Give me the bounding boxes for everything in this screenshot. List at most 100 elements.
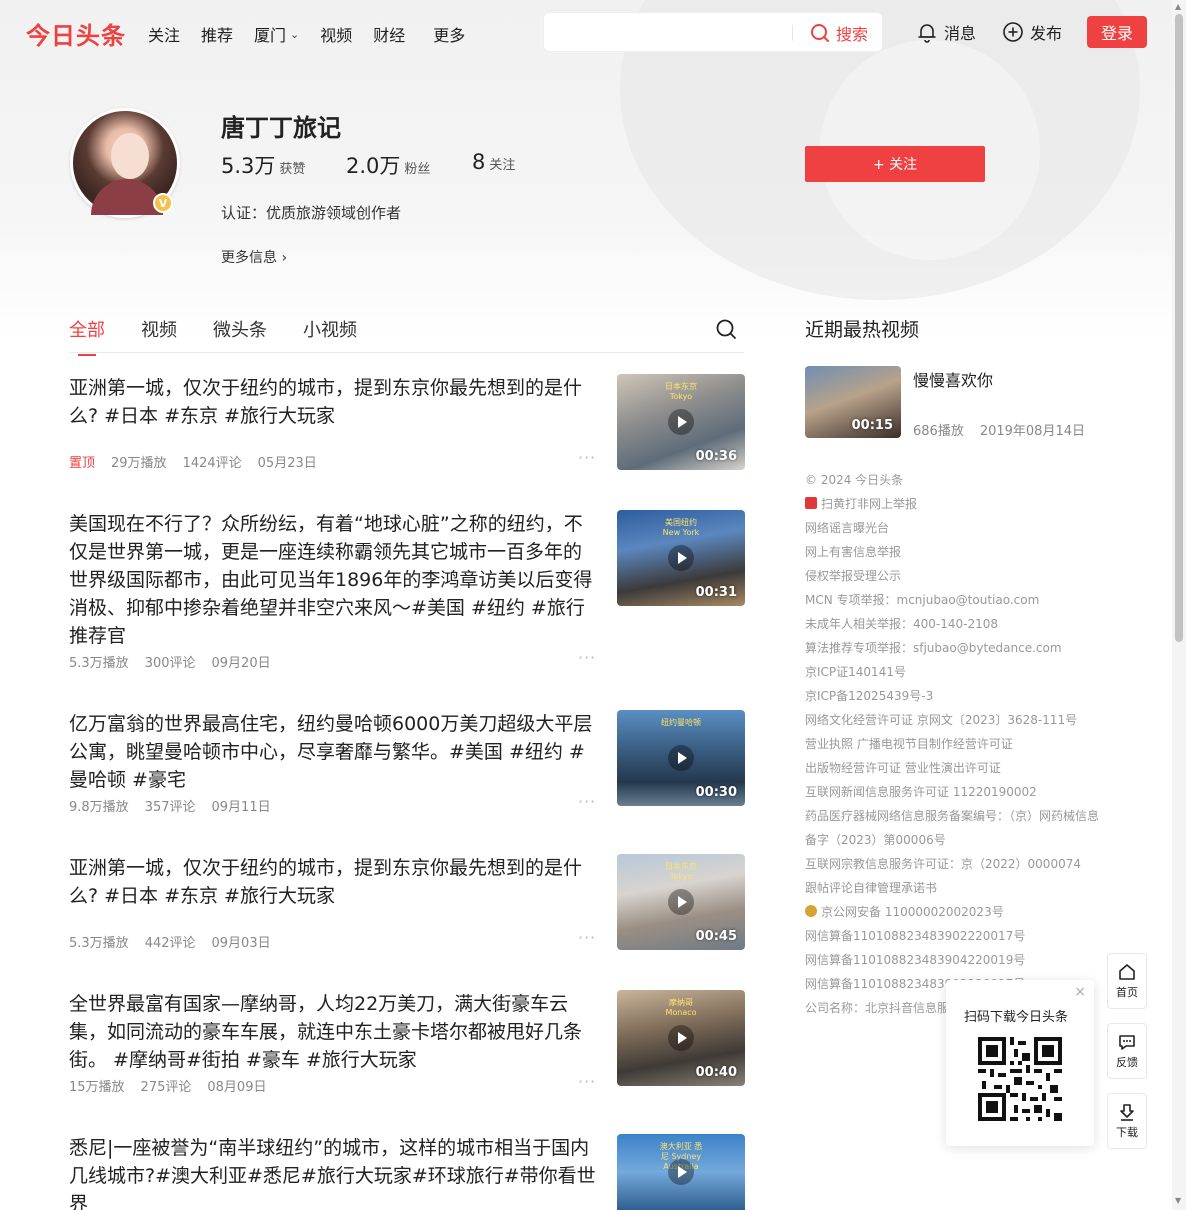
footer-link[interactable]: 未成年人相关举报：400-140-2108 (805, 612, 1105, 636)
toutiao-logo[interactable]: 今日头条 (26, 16, 126, 51)
tab-all[interactable]: 全部 (69, 316, 105, 356)
close-icon[interactable]: × (1074, 984, 1086, 1000)
fans-label: 粉丝 (404, 162, 431, 177)
pinned-label: 置顶 (69, 456, 96, 471)
nav-item-recommend[interactable]: 推荐 (201, 22, 233, 46)
play-icon (668, 1159, 694, 1185)
fans-stat[interactable]: 2.0万 粉丝 (346, 150, 430, 180)
publish-label: 发布 (1030, 24, 1063, 43)
search-box: 搜索 (543, 12, 883, 52)
search-icon (716, 319, 736, 339)
download-float-button[interactable]: 下载 (1107, 1093, 1147, 1149)
video-thumbnail[interactable]: 澳大利亚 悉尼 Sydney Australia (617, 1134, 745, 1210)
feed-title[interactable]: 悉尼|一座被誉为“南半球纽约”的城市，这样的城市相当于国内几线城市?#澳大利亚#… (69, 1134, 599, 1210)
footer-link[interactable]: 互联网新闻信息服务许可证 11220190002 (805, 780, 1105, 804)
follow-button[interactable]: + 关注 (805, 146, 985, 182)
footer-link[interactable]: MCN 专项举报：mcnjubao@toutiao.com (805, 588, 1105, 612)
likes-count: 5.3万 (221, 154, 276, 178)
feed-title[interactable]: 亚洲第一城，仅次于纽约的城市，提到东京你最先想到的是什么? #日本 #东京 #旅… (69, 854, 599, 910)
nav-item-follow[interactable]: 关注 (148, 22, 180, 46)
comment-count: 357评论 (144, 800, 196, 815)
publish-date: 2019年08月14日 (979, 424, 1085, 439)
footer-link[interactable]: 网上有害信息举报 (805, 540, 1105, 564)
feedback-icon (1119, 1035, 1135, 1050)
more-info-link[interactable]: 更多信息 › (221, 247, 287, 267)
hot-video-thumbnail[interactable]: 00:15 (805, 366, 901, 438)
feed-title[interactable]: 亚洲第一城，仅次于纽约的城市，提到东京你最先想到的是什么? #日本 #东京 #旅… (69, 374, 599, 430)
nav-item-more[interactable]: 更多 (433, 22, 465, 46)
hot-video-meta: 686播放 2019年08月14日 (913, 420, 1101, 439)
following-count: 8 (472, 150, 486, 174)
feedback-float-button[interactable]: 反馈 (1107, 1023, 1147, 1079)
following-stat[interactable]: 8 关注 (472, 150, 515, 174)
more-options-icon[interactable]: ··· (578, 448, 596, 467)
content-tabs: 全部 视频 微头条 小视频 (69, 316, 393, 356)
publish-button[interactable]: 发布 (1002, 20, 1062, 44)
footer-link[interactable]: 备字（2023）第00006号 (805, 828, 1105, 852)
search-button[interactable]: 搜索 (810, 21, 868, 45)
footer-link[interactable]: 京公网安备 11000002002023号 (805, 900, 1105, 924)
play-count: 29万播放 (111, 456, 167, 471)
scrollbar-thumb[interactable] (1175, 14, 1183, 642)
search-input[interactable] (554, 21, 784, 45)
home-float-button[interactable]: 首页 (1107, 953, 1147, 1009)
nav-item-city[interactable]: 厦门 ⌄ (254, 22, 299, 46)
plus-circle-icon (1003, 22, 1023, 42)
footer-link[interactable]: 营业执照 广播电视节目制作经营许可证 (805, 732, 1105, 756)
video-thumbnail[interactable]: 日本东京 Tokyo 00:36 (617, 374, 745, 470)
search-button-label: 搜索 (836, 25, 869, 44)
feed-meta: 9.8万播放 357评论 09月11日 (69, 796, 287, 815)
avatar-face (111, 133, 149, 179)
nav-item-finance[interactable]: 财经 (373, 22, 405, 46)
qr-title: 扫码下载今日头条 (964, 1010, 1069, 1025)
footer-link-label: 扫黄打非网上举报 (821, 497, 918, 511)
hot-video-title[interactable]: 慢慢喜欢你 (913, 367, 993, 391)
police-badge-icon (805, 905, 817, 917)
more-options-icon[interactable]: ··· (578, 928, 596, 947)
footer-link[interactable]: 扫黄打非网上举报 (805, 492, 1105, 516)
scroll-up-arrow-icon[interactable]: ▲ (1175, 2, 1181, 11)
tab-video[interactable]: 视频 (141, 316, 177, 354)
tab-micro-post[interactable]: 微头条 (213, 316, 267, 354)
more-options-icon[interactable]: ··· (578, 792, 596, 811)
footer-link[interactable]: 互联网宗教信息服务许可证：京（2022）0000074 (805, 852, 1105, 876)
footer-link[interactable]: 网络文化经营许可证 京网文〔2023〕3628-111号 (805, 708, 1105, 732)
footer-link[interactable]: 算法推荐专项举报：sfjubao@bytedance.com (805, 636, 1105, 660)
thumbnail-caption: 纽约曼哈顿 (661, 718, 701, 727)
footer-link[interactable]: 药品医疗器械网络信息服务备案编号：（京）网药械信息 (805, 804, 1105, 828)
chevron-right-icon: › (281, 250, 288, 266)
footer-link[interactable]: 网信算备110108823483904220019号 (805, 948, 1105, 972)
footer-link[interactable]: 网信算备110108823483902220017号 (805, 924, 1105, 948)
messages-button[interactable]: 消息 (916, 20, 976, 44)
nav-item-video[interactable]: 视频 (320, 22, 352, 46)
home-icon (1119, 964, 1135, 980)
tab-short-video[interactable]: 小视频 (303, 316, 357, 354)
footer-link[interactable]: 网络谣言曝光台 (805, 516, 1105, 540)
footer-link[interactable]: 跟帖评论自律管理承诺书 (805, 876, 1105, 900)
video-thumbnail[interactable]: 摩纳哥 Monaco 00:40 (617, 990, 745, 1086)
video-duration: 00:40 (695, 1065, 737, 1080)
page-scrollbar[interactable]: ▲ ▼ (1172, 0, 1186, 1210)
footer-link[interactable]: 侵权举报受理公示 (805, 564, 1105, 588)
video-thumbnail[interactable]: 纽约曼哈顿 00:30 (617, 710, 745, 806)
footer-link[interactable]: 京ICP备12025439号-3 (805, 684, 1105, 708)
tab-search-button[interactable] (715, 318, 737, 344)
more-options-icon[interactable]: ··· (578, 648, 596, 667)
feed-title[interactable]: 美国现在不行了？众所纷纭，有着“地球心脏”之称的纽约，不仅是世界第一城，更是一座… (69, 510, 599, 650)
scroll-down-arrow-icon[interactable]: ▼ (1175, 1196, 1181, 1205)
video-thumbnail[interactable]: 美国纽约 New York 00:31 (617, 510, 745, 606)
footer-link[interactable]: 出版物经营许可证 营业性演出许可证 (805, 756, 1105, 780)
login-button[interactable]: 登录 (1087, 16, 1147, 48)
more-options-icon[interactable]: ··· (578, 1072, 596, 1091)
footer-link[interactable]: 京ICP证140141号 (805, 660, 1105, 684)
feed-meta: 5.3万播放 300评论 09月20日 (69, 652, 287, 671)
thumbnail-caption: 日本东京 Tokyo (665, 382, 697, 401)
feed-meta: 5.3万播放 442评论 09月03日 (69, 932, 287, 951)
top-nav: 关注 推荐 厦门 ⌄ 视频 财经 更多 (148, 22, 486, 46)
publish-date: 05月23日 (257, 456, 317, 471)
video-thumbnail[interactable]: 日本东京 Tokyo 00:45 (617, 854, 745, 950)
feed-title[interactable]: 亿万富翁的世界最高住宅，纽约曼哈顿6000万美刀超级大平层公寓，眺望曼哈顿市中心… (69, 710, 599, 794)
bell-icon (918, 24, 936, 43)
qr-code (978, 1037, 1062, 1121)
feed-title[interactable]: 全世界最富有国家—摩纳哥，人均22万美刀，满大街豪车云集，如同流动的豪车车展，就… (69, 990, 599, 1074)
